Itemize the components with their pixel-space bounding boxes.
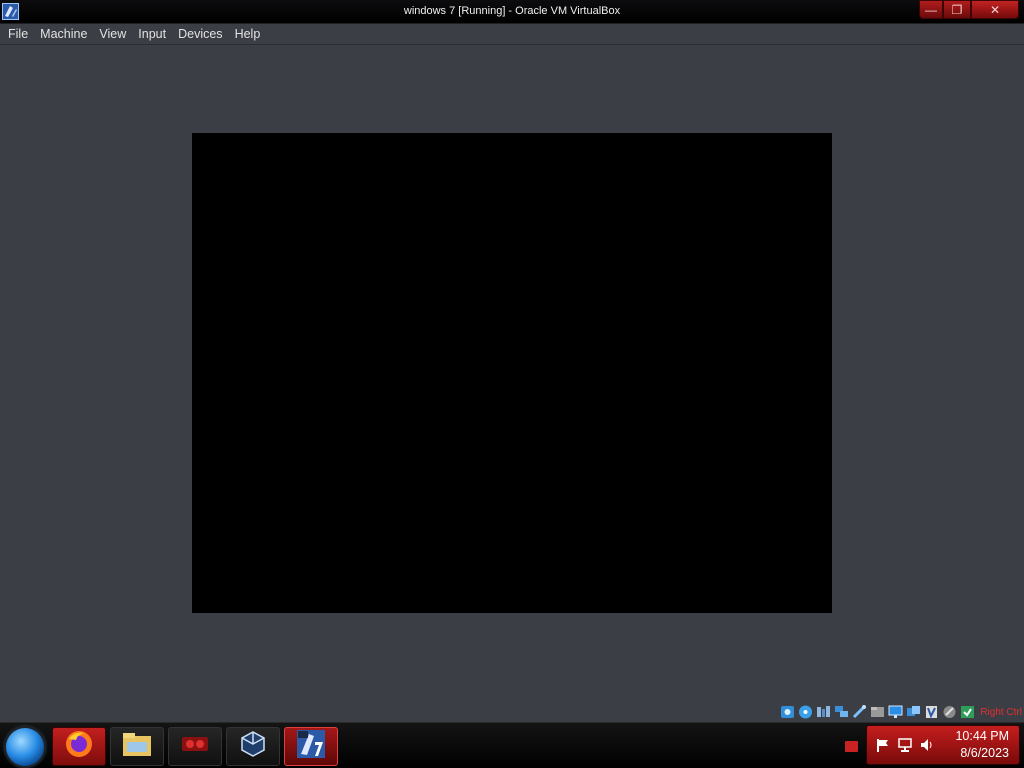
volume-icon[interactable] xyxy=(919,737,935,758)
optical-drive-icon[interactable] xyxy=(798,705,813,719)
virtualbox-icon xyxy=(238,729,268,764)
firefox-icon xyxy=(64,729,94,764)
taskbar-windows7-vm[interactable] xyxy=(284,727,338,766)
cpu-icon[interactable] xyxy=(924,705,939,719)
menu-help[interactable]: Help xyxy=(229,24,267,45)
menu-devices[interactable]: Devices xyxy=(172,24,228,45)
restore-icon: ❐ xyxy=(951,2,963,17)
keyboard-icon[interactable] xyxy=(960,705,975,719)
menu-bar: File Machine View Input Devices Help xyxy=(0,24,1024,45)
file-explorer-icon xyxy=(121,730,153,763)
mouse-integration-icon[interactable] xyxy=(942,705,957,719)
usb-icon[interactable] xyxy=(852,705,867,719)
minimize-button[interactable]: — xyxy=(919,0,943,19)
window-title: windows 7 [Running] - Oracle VM VirtualB… xyxy=(403,5,621,17)
title-bar[interactable]: windows 7 [Running] - Oracle VM VirtualB… xyxy=(0,0,1024,24)
menu-view[interactable]: View xyxy=(93,24,132,45)
restore-button[interactable]: ❐ xyxy=(943,0,971,19)
shared-folders-icon[interactable] xyxy=(870,705,885,719)
taskbar-firefox[interactable] xyxy=(52,727,106,766)
close-icon: ✕ xyxy=(989,2,1001,17)
minimize-icon: — xyxy=(925,2,937,17)
clock-date: 8/6/2023 xyxy=(960,746,1009,760)
taskbar-explorer[interactable] xyxy=(110,727,164,766)
menu-input[interactable]: Input xyxy=(132,24,172,45)
vm-display[interactable] xyxy=(192,133,832,613)
menu-machine[interactable]: Machine xyxy=(34,24,93,45)
network-icon[interactable] xyxy=(834,705,849,719)
media-app-icon xyxy=(179,730,211,763)
windows7-vm-icon xyxy=(295,728,327,765)
close-button[interactable]: ✕ xyxy=(971,0,1019,19)
network-tray-icon[interactable] xyxy=(897,737,913,758)
menu-file[interactable]: File xyxy=(2,24,34,45)
system-tray: 10:44 PM 8/6/2023 xyxy=(866,725,1020,765)
audio-icon[interactable] xyxy=(816,705,831,719)
video-capture-icon[interactable] xyxy=(906,705,921,719)
vm-status-bar: Right Ctrl xyxy=(780,703,1024,721)
host-key-label: Right Ctrl xyxy=(980,706,1022,718)
taskbar-virtualbox[interactable] xyxy=(226,727,280,766)
hard-disk-icon[interactable] xyxy=(780,705,795,719)
taskbar-clock[interactable]: 10:44 PM 8/6/2023 xyxy=(955,728,1009,762)
taskbar-media-app[interactable] xyxy=(168,727,222,766)
action-center-flag-icon[interactable] xyxy=(875,737,891,758)
start-button[interactable] xyxy=(6,728,44,766)
display-icon[interactable] xyxy=(888,705,903,719)
tray-alert-icon[interactable] xyxy=(845,741,858,752)
clock-time: 10:44 PM xyxy=(955,729,1009,743)
virtualbox-window: windows 7 [Running] - Oracle VM VirtualB… xyxy=(0,0,1024,722)
